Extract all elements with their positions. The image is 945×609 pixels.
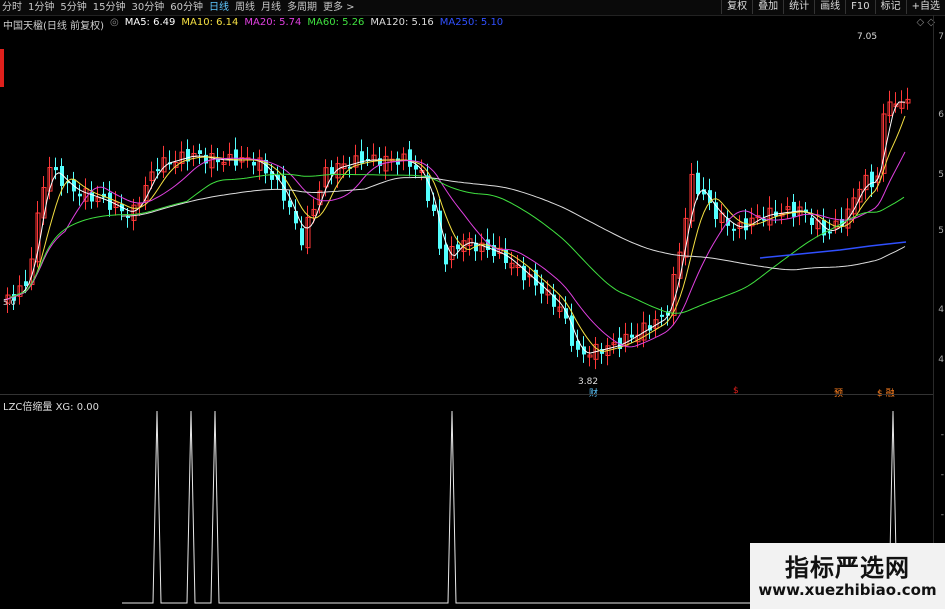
candle-body (330, 167, 334, 175)
indicator-title: LZC倍缩量 XG: 0.00 (3, 402, 99, 413)
high-price-label: 7.05 (857, 32, 878, 42)
indicator-tick: - (940, 510, 944, 520)
candle-body (444, 244, 448, 265)
candle-body (78, 193, 82, 197)
price-tick: 5 (938, 170, 944, 180)
candle-body (234, 149, 238, 166)
event-finance-badge[interactable]: 财 (589, 386, 598, 399)
candle-body (432, 204, 436, 211)
price-tick: 5 (938, 226, 944, 236)
ma250-line (759, 241, 907, 259)
candle-body (660, 314, 664, 317)
event-forecast-badge[interactable]: 预 (834, 386, 843, 399)
price-axis: 7 6 5 5 4 4 (933, 30, 945, 390)
candle-body (294, 210, 298, 224)
moving-average-lines (4, 101, 907, 354)
candle-body (630, 334, 634, 338)
price-tick: 7 (938, 32, 944, 42)
price-tick: 4 (938, 355, 944, 365)
candle-body (870, 171, 874, 188)
start-low-label: 5.0 (3, 298, 16, 307)
indicator-tick: - (940, 470, 944, 480)
candle-body (696, 172, 700, 194)
kline-chart[interactable] (0, 0, 945, 609)
candle-body (156, 169, 160, 172)
candle-body (54, 167, 58, 171)
watermark-url: www.xuezhibiao.com (758, 581, 937, 599)
candle-body (456, 244, 460, 250)
ma-line (4, 115, 906, 352)
candle-body (198, 150, 202, 154)
watermark-title: 指标严选网 (785, 554, 910, 582)
indicator-tick: - (940, 430, 944, 440)
candle-body (714, 202, 718, 220)
candle-body (828, 231, 832, 234)
candle-body (732, 228, 736, 231)
candle-body (408, 149, 412, 167)
pane-divider (0, 394, 933, 395)
candle-body (792, 201, 796, 217)
site-watermark: 指标严选网 www.xuezhibiao.com (750, 543, 945, 609)
price-tick: 6 (938, 110, 944, 120)
price-tick: 4 (938, 305, 944, 315)
candle-body (300, 228, 304, 246)
candle-body (810, 217, 814, 225)
candlestick-series (5, 87, 911, 370)
candle-body (252, 161, 256, 166)
event-margin-badge[interactable]: $ 融 (877, 386, 895, 399)
